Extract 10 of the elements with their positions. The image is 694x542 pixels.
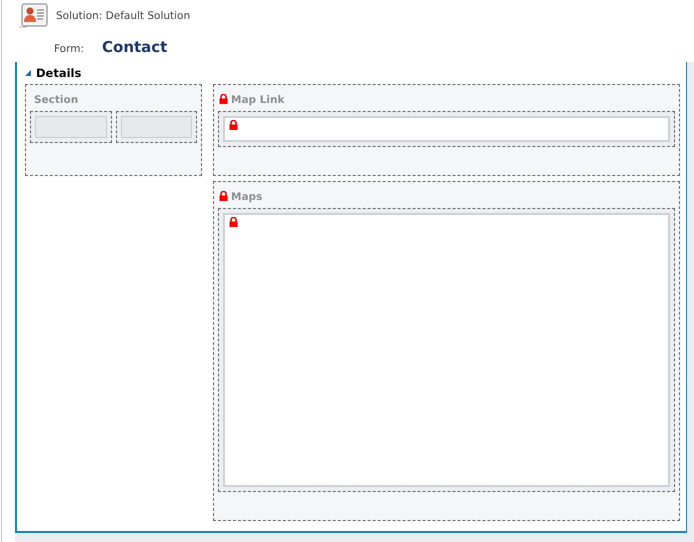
section-title: Map Link: [231, 94, 284, 106]
contact-card-icon: [19, 2, 49, 30]
form-label: Form:: [54, 43, 85, 55]
input-field[interactable]: [223, 116, 670, 142]
section-title: Maps: [231, 191, 262, 203]
collapse-arrow-icon[interactable]: [25, 70, 31, 76]
form-name: Contact: [102, 38, 168, 56]
solution-title: Solution: Default Solution: [56, 10, 190, 22]
tab-title: Details: [36, 66, 82, 80]
section-title: Section: [34, 94, 78, 106]
